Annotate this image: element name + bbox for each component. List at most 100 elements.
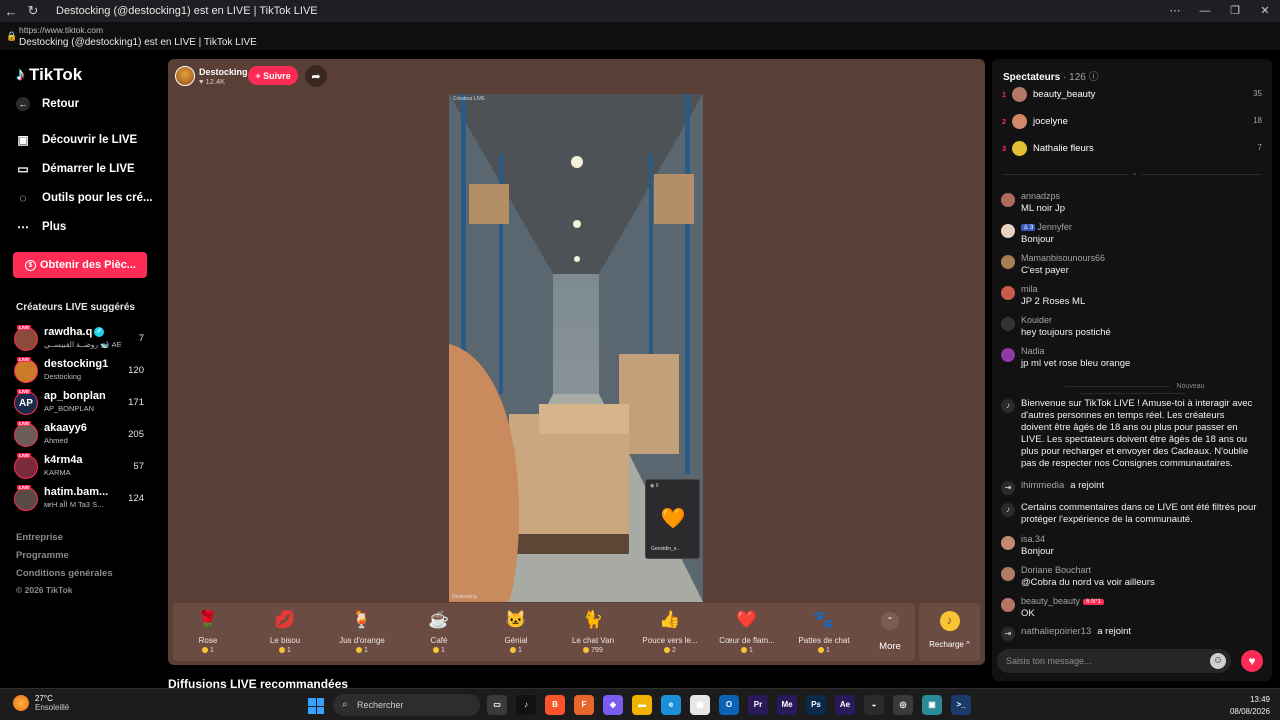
host-avatar[interactable] — [175, 66, 195, 86]
chat-username-text: Kouider — [1021, 315, 1053, 325]
follow-button[interactable]: + Suivre — [248, 66, 298, 85]
taskbar-app-icon[interactable]: Ae — [835, 695, 855, 715]
gift-item[interactable]: 🐾 Pattes de chat 1 — [789, 609, 859, 654]
address-bar[interactable]: 🔒 https://www.tiktok.com Destocking (@de… — [0, 22, 1280, 50]
avatar[interactable] — [1001, 598, 1015, 612]
nav-item-start-live[interactable]: ▭ Démarrer le LIVE — [16, 162, 134, 176]
avatar[interactable] — [14, 487, 38, 511]
creator-item[interactable]: LIVE destocking1 Destocking 120 — [14, 357, 150, 385]
taskbar-app-icon[interactable]: Ps — [806, 695, 826, 715]
avatar[interactable] — [1001, 286, 1015, 300]
minimize-icon[interactable]: — — [1190, 0, 1220, 22]
gift-item[interactable]: 🐱 Génial 1 — [481, 609, 551, 654]
weather-widget[interactable]: 27°C Ensoleillé — [13, 694, 69, 712]
close-icon[interactable]: ✕ — [1250, 0, 1280, 22]
chat-username[interactable]: Doriane Bouchart — [1021, 565, 1091, 575]
taskbar-search[interactable]: ⌕ Rechercher — [333, 694, 480, 716]
emoji-icon[interactable]: ☺ — [1210, 653, 1226, 669]
viewers-header[interactable]: Spectateurs · 126 ⓘ — [1003, 68, 1099, 83]
footer-link-business[interactable]: Entreprise — [16, 532, 63, 543]
chat-username[interactable]: Mamanbisounours66 — [1021, 253, 1105, 263]
footer-link-program[interactable]: Programme — [16, 550, 69, 561]
top-viewer-row[interactable]: 3 Nathalie fleurs 7 — [1002, 140, 1262, 158]
creator-item[interactable]: LIVE rawdha.q ✓ روضــة القبيســي 🐋 AE 7 — [14, 325, 150, 353]
gift-item[interactable]: 👍 Pouce vers le... 2 — [635, 609, 705, 654]
join-username[interactable]: lhimmedia — [1021, 480, 1064, 491]
top-viewer-row[interactable]: 1 beauty_beauty 35 — [1002, 86, 1262, 104]
restore-icon[interactable]: ❐ — [1220, 0, 1250, 22]
nav-item-more[interactable]: ⋯ Plus — [16, 220, 66, 234]
host-info[interactable]: Destocking ♥ 12.4K — [175, 66, 248, 86]
avatar[interactable] — [1001, 317, 1015, 331]
taskbar-app-icon[interactable]: >_ — [951, 695, 971, 715]
nav-item-discover-live[interactable]: ▣ Découvrir le LIVE — [16, 133, 137, 147]
taskbar-app-icon[interactable]: F — [574, 695, 594, 715]
taskbar-app-icon[interactable]: ▦ — [690, 695, 710, 715]
avatar[interactable] — [14, 455, 38, 479]
nav-item-creator-tools[interactable]: ◌ Outils pour les cré... — [16, 191, 152, 205]
gift-item[interactable]: 🐈 Le chat Van 799 — [558, 609, 628, 654]
taskbar-app-icon[interactable]: e — [661, 695, 681, 715]
more-options-icon[interactable]: ⋯ — [1160, 0, 1190, 22]
chat-username[interactable]: annadzps — [1021, 191, 1060, 201]
heart-icon[interactable]: ♥ — [1241, 650, 1263, 672]
taskbar-app-icon[interactable]: B — [545, 695, 565, 715]
chat-username[interactable]: ♙ 3 Jennyfer — [1021, 222, 1072, 232]
gift-item[interactable]: 🌹 Rose 1 — [173, 609, 243, 654]
chat-username[interactable]: isa.34 — [1021, 534, 1045, 544]
taskbar-app-icon[interactable]: Pr — [748, 695, 768, 715]
avatar[interactable] — [1001, 536, 1015, 550]
back-arrow-icon[interactable]: ← — [0, 4, 22, 19]
gift-item[interactable]: 🍹 Jus d'orange 1 — [327, 609, 397, 654]
gift-item[interactable]: 💋 Le bisou 1 — [250, 609, 320, 654]
nav-label: Découvrir le LIVE — [42, 134, 138, 146]
creator-item[interactable]: LIVE hatim.bam... мғH аĬİ M Ta3 S... 124 — [14, 485, 150, 513]
chat-username[interactable]: beauty_beauty 6 N°1 — [1021, 596, 1105, 606]
share-icon[interactable]: ➦ — [305, 65, 327, 87]
chat-username[interactable]: mila — [1021, 284, 1038, 294]
chat-username[interactable]: Nadia — [1021, 346, 1045, 356]
guest-window[interactable]: ◉ 8 🧡 Geostdin_e... — [645, 479, 700, 559]
creator-item[interactable]: LIVE AP ap_bonplan AP_BONPLAN 171 — [14, 389, 150, 417]
creator-item[interactable]: LIVE akaayy6 Ahmed 205 — [14, 421, 150, 449]
creator-item[interactable]: LIVE k4rm4a KARMA 57 — [14, 453, 150, 481]
join-username[interactable]: nathaliepoirier13 — [1021, 626, 1091, 637]
footer-link-terms[interactable]: Conditions générales — [16, 568, 113, 579]
back-link[interactable]: ← Retour — [16, 97, 79, 111]
gift-item[interactable]: ❤️ Cœur de flam... 1 — [712, 609, 782, 654]
taskbar-app-icon[interactable]: O — [719, 695, 739, 715]
tiktok-logo[interactable]: ♪ TikTok — [16, 64, 82, 85]
chat-text: C'est payer — [1021, 265, 1069, 276]
avatar[interactable] — [1001, 348, 1015, 362]
gift-item[interactable]: ☕ Café 1 — [404, 609, 474, 654]
chat-username[interactable]: Kouider — [1021, 315, 1052, 325]
taskbar-app-icon[interactable]: ◎ — [893, 695, 913, 715]
avatar[interactable] — [1001, 193, 1015, 207]
avatar[interactable] — [1001, 224, 1015, 238]
avatar[interactable]: AP — [14, 391, 38, 415]
taskbar-app-icon[interactable]: ▣ — [922, 695, 942, 715]
more-gifts-button[interactable]: ⌃ More — [870, 612, 910, 652]
chevron-down-icon[interactable]: ⌄ — [1128, 168, 1141, 177]
recharge-button[interactable]: ♪ Recharge ^ — [919, 603, 980, 661]
system-clock[interactable]: 13:49 08/08/2026 — [1230, 694, 1270, 718]
avatar[interactable] — [1001, 255, 1015, 269]
welcome-message: ♪ Bienvenue sur TikTok LIVE ! Amuse-toi … — [1001, 398, 1263, 472]
creator-name-text: akaayy6 — [44, 422, 87, 434]
taskbar-app-icon[interactable]: ▬ — [632, 695, 652, 715]
avatar[interactable] — [14, 359, 38, 383]
avatar[interactable] — [14, 423, 38, 447]
video-player[interactable]: Créateur LIVE Destocking ◉ 8 🧡 Geostdin_… — [449, 94, 703, 602]
avatar[interactable] — [1001, 567, 1015, 581]
chat-input[interactable]: Saisis ton message... — [997, 649, 1231, 673]
avatar[interactable] — [14, 327, 38, 351]
top-viewer-row[interactable]: 2 jocelyne 18 — [1002, 113, 1262, 131]
taskbar-app-icon[interactable]: ◆ — [603, 695, 623, 715]
get-coins-button[interactable]: $ Obtenir des Pièc... — [13, 252, 147, 278]
taskbar-app-icon[interactable]: ♪ — [516, 695, 536, 715]
taskbar-app-icon[interactable]: ▭ — [487, 695, 507, 715]
windows-start-icon[interactable] — [308, 698, 324, 714]
reload-icon[interactable]: ↻ — [22, 3, 44, 19]
taskbar-app-icon[interactable]: ◒ — [864, 695, 884, 715]
taskbar-app-icon[interactable]: Me — [777, 695, 797, 715]
